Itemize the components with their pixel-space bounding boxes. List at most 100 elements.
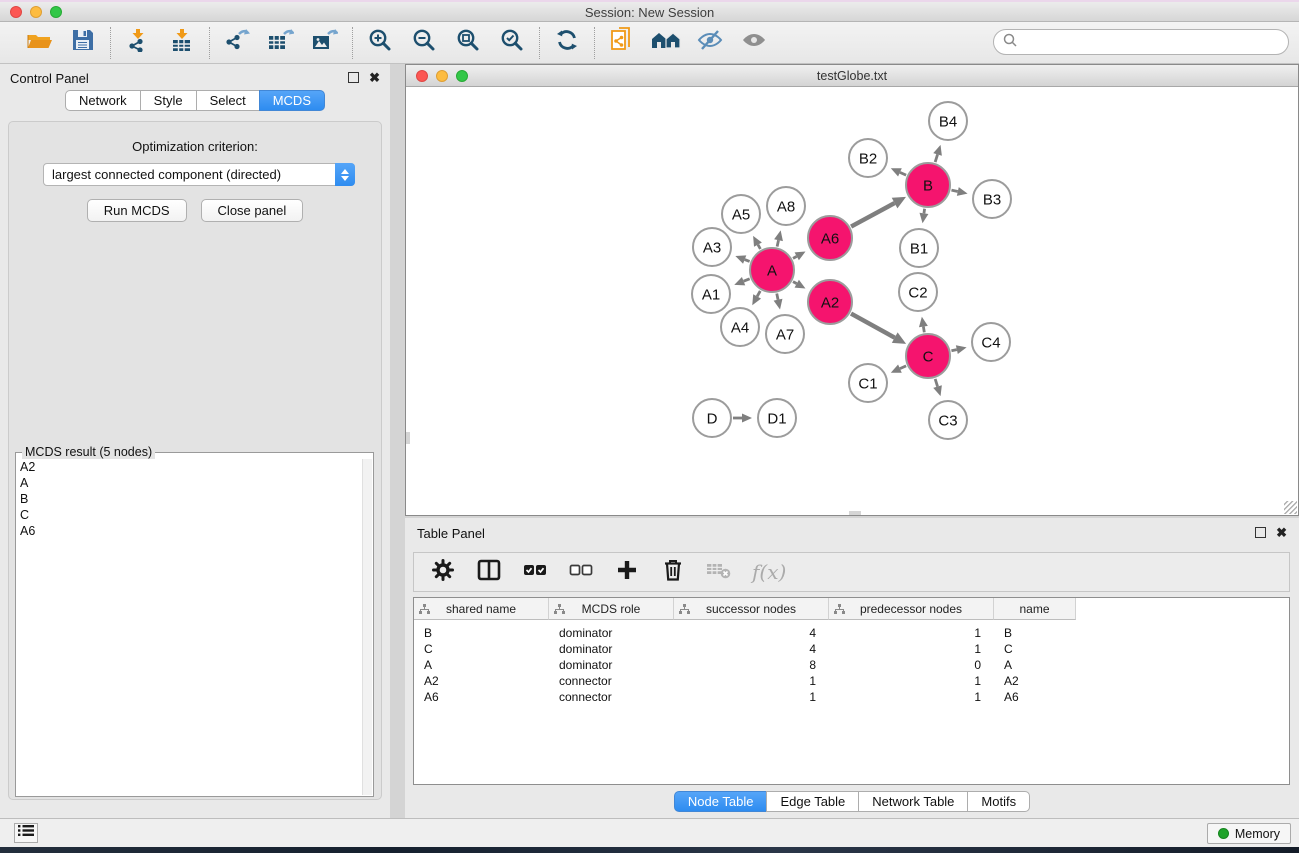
graph-edge-B-B2[interactable]	[900, 172, 906, 175]
graph-edge-arrowhead	[735, 255, 746, 263]
mcds-result-item[interactable]: A6	[17, 523, 362, 539]
import-table-button[interactable]	[167, 28, 197, 58]
graph-edge-B-B3[interactable]	[951, 190, 957, 191]
tab-node-table[interactable]: Node Table	[674, 791, 768, 812]
cell-successor-nodes: 1	[674, 673, 829, 689]
zoom-selected-button[interactable]	[497, 28, 527, 58]
export-network-button[interactable]	[222, 28, 252, 58]
zoom-selected-icon	[500, 28, 524, 57]
mcds-result-item[interactable]: A2	[17, 459, 362, 475]
zoom-fit-icon	[456, 28, 480, 57]
column-header-predecessor-nodes[interactable]: predecessor nodes	[829, 598, 994, 620]
import-network-button[interactable]	[123, 28, 153, 58]
graph-edge-C-C4[interactable]	[951, 350, 956, 351]
refresh-view-button[interactable]	[552, 28, 582, 58]
select-all-button[interactable]	[522, 559, 548, 585]
run-mcds-button[interactable]: Run MCDS	[87, 199, 187, 222]
float-panel-icon[interactable]	[348, 72, 359, 83]
memory-button[interactable]: Memory	[1207, 823, 1291, 844]
mcds-result-item[interactable]: B	[17, 491, 362, 507]
add-column-button[interactable]	[614, 559, 640, 585]
zoom-fit-button[interactable]	[453, 28, 483, 58]
table-close-panel-icon[interactable]: ✖	[1276, 527, 1287, 538]
graph-edge-A-A1[interactable]	[744, 279, 750, 281]
hide-panel-eye-button[interactable]	[695, 28, 725, 58]
zoom-in-button[interactable]	[365, 28, 395, 58]
column-header-name[interactable]: name	[994, 598, 1076, 620]
tab-network[interactable]: Network	[65, 90, 141, 111]
network-window-title: testGlobe.txt	[406, 69, 1298, 83]
graph-edge-arrowhead	[919, 213, 928, 224]
mcds-tab-content: Optimization criterion: largest connecte…	[8, 121, 382, 800]
result-scrollbar[interactable]	[362, 459, 372, 795]
home-layout-button[interactable]	[651, 28, 681, 58]
mcds-result-item[interactable]: C	[17, 507, 362, 523]
save-session-button[interactable]	[68, 28, 98, 58]
graph-edge-C-C3[interactable]	[935, 379, 937, 387]
table-row[interactable]: Adominator80A	[414, 657, 1289, 673]
table-row[interactable]: Cdominator41C	[414, 641, 1289, 657]
tab-motifs[interactable]: Motifs	[967, 791, 1030, 812]
graph-edge-A-A8[interactable]	[777, 240, 778, 246]
graph-edge-C-C1[interactable]	[900, 366, 906, 369]
export-table-button[interactable]	[266, 28, 296, 58]
column-label: shared name	[446, 602, 516, 616]
tab-edge-table[interactable]: Edge Table	[766, 791, 859, 812]
tab-style[interactable]: Style	[140, 90, 197, 111]
select-stepper-icon[interactable]	[335, 163, 355, 186]
clone-network-button[interactable]	[607, 28, 637, 58]
search-input[interactable]	[1018, 32, 1288, 52]
graph-edge-B-B1[interactable]	[924, 209, 925, 214]
vertical-scroll-mark[interactable]	[406, 432, 410, 444]
close-panel-button[interactable]: Close panel	[201, 199, 304, 222]
graph-edge-A6-B[interactable]	[851, 203, 894, 227]
mcds-result-item[interactable]: A	[17, 475, 362, 491]
delete-table-button[interactable]	[706, 559, 732, 585]
graph-node-label-B: B	[923, 177, 933, 194]
zoom-out-icon	[412, 28, 436, 57]
graph-edge-A-A2[interactable]	[793, 282, 797, 284]
graph-edge-A-A3[interactable]	[745, 260, 750, 262]
cell-shared-name: B	[414, 625, 549, 641]
graph-edge-C-C2[interactable]	[923, 327, 924, 333]
graph-edge-A-A4[interactable]	[757, 291, 760, 297]
task-history-button[interactable]	[14, 823, 38, 843]
column-header-successor-nodes[interactable]: successor nodes	[674, 598, 829, 620]
criterion-select[interactable]: largest connected component (directed)	[43, 163, 355, 186]
table-row[interactable]: A6connector11A6	[414, 689, 1289, 705]
open-session-button[interactable]	[24, 28, 54, 58]
search-box[interactable]	[993, 29, 1289, 55]
show-panel-eye-button[interactable]	[739, 28, 769, 58]
graph-edge-A-A5[interactable]	[758, 245, 760, 249]
column-label: successor nodes	[706, 602, 796, 616]
export-image-button[interactable]	[310, 28, 340, 58]
column-header-shared-name[interactable]: shared name	[414, 598, 549, 620]
table-row[interactable]: A2connector11A2	[414, 673, 1289, 689]
resize-grip[interactable]	[1284, 501, 1297, 514]
tab-mcds[interactable]: MCDS	[259, 90, 325, 111]
graph-edge-A-A6[interactable]	[793, 256, 797, 258]
deselect-all-button[interactable]	[568, 559, 594, 585]
export-network-icon	[224, 28, 250, 57]
graph-edge-B-B4[interactable]	[935, 154, 937, 162]
graph-edge-A-A7[interactable]	[777, 294, 778, 300]
split-view-button[interactable]	[476, 559, 502, 585]
horizontal-scroll-mark[interactable]	[849, 511, 861, 515]
cell-name: A2	[994, 673, 1076, 689]
split-columns-icon	[477, 559, 501, 586]
delete-column-button[interactable]	[660, 559, 686, 585]
cell-mcds-role: connector	[549, 673, 674, 689]
table-tabs: Node TableEdge TableNetwork TableMotifs	[405, 791, 1299, 812]
close-panel-icon[interactable]: ✖	[369, 72, 380, 83]
function-builder-button[interactable]: f(x)	[752, 559, 786, 585]
table-row[interactable]: Bdominator41B	[414, 625, 1289, 641]
network-canvas[interactable]: B4B2BB3A8A5A6B1A3AC2A1A2A4A7C4CC1C3DD1	[406, 87, 1298, 515]
graph-edge-A2-C[interactable]	[851, 314, 895, 338]
tab-network-table[interactable]: Network Table	[858, 791, 968, 812]
tab-select[interactable]: Select	[196, 90, 260, 111]
table-settings-button[interactable]	[430, 559, 456, 585]
table-float-panel-icon[interactable]	[1255, 527, 1266, 538]
zoom-out-button[interactable]	[409, 28, 439, 58]
column-header-mcds-role[interactable]: MCDS role	[549, 598, 674, 620]
app-titlebar: Session: New Session	[0, 0, 1299, 22]
